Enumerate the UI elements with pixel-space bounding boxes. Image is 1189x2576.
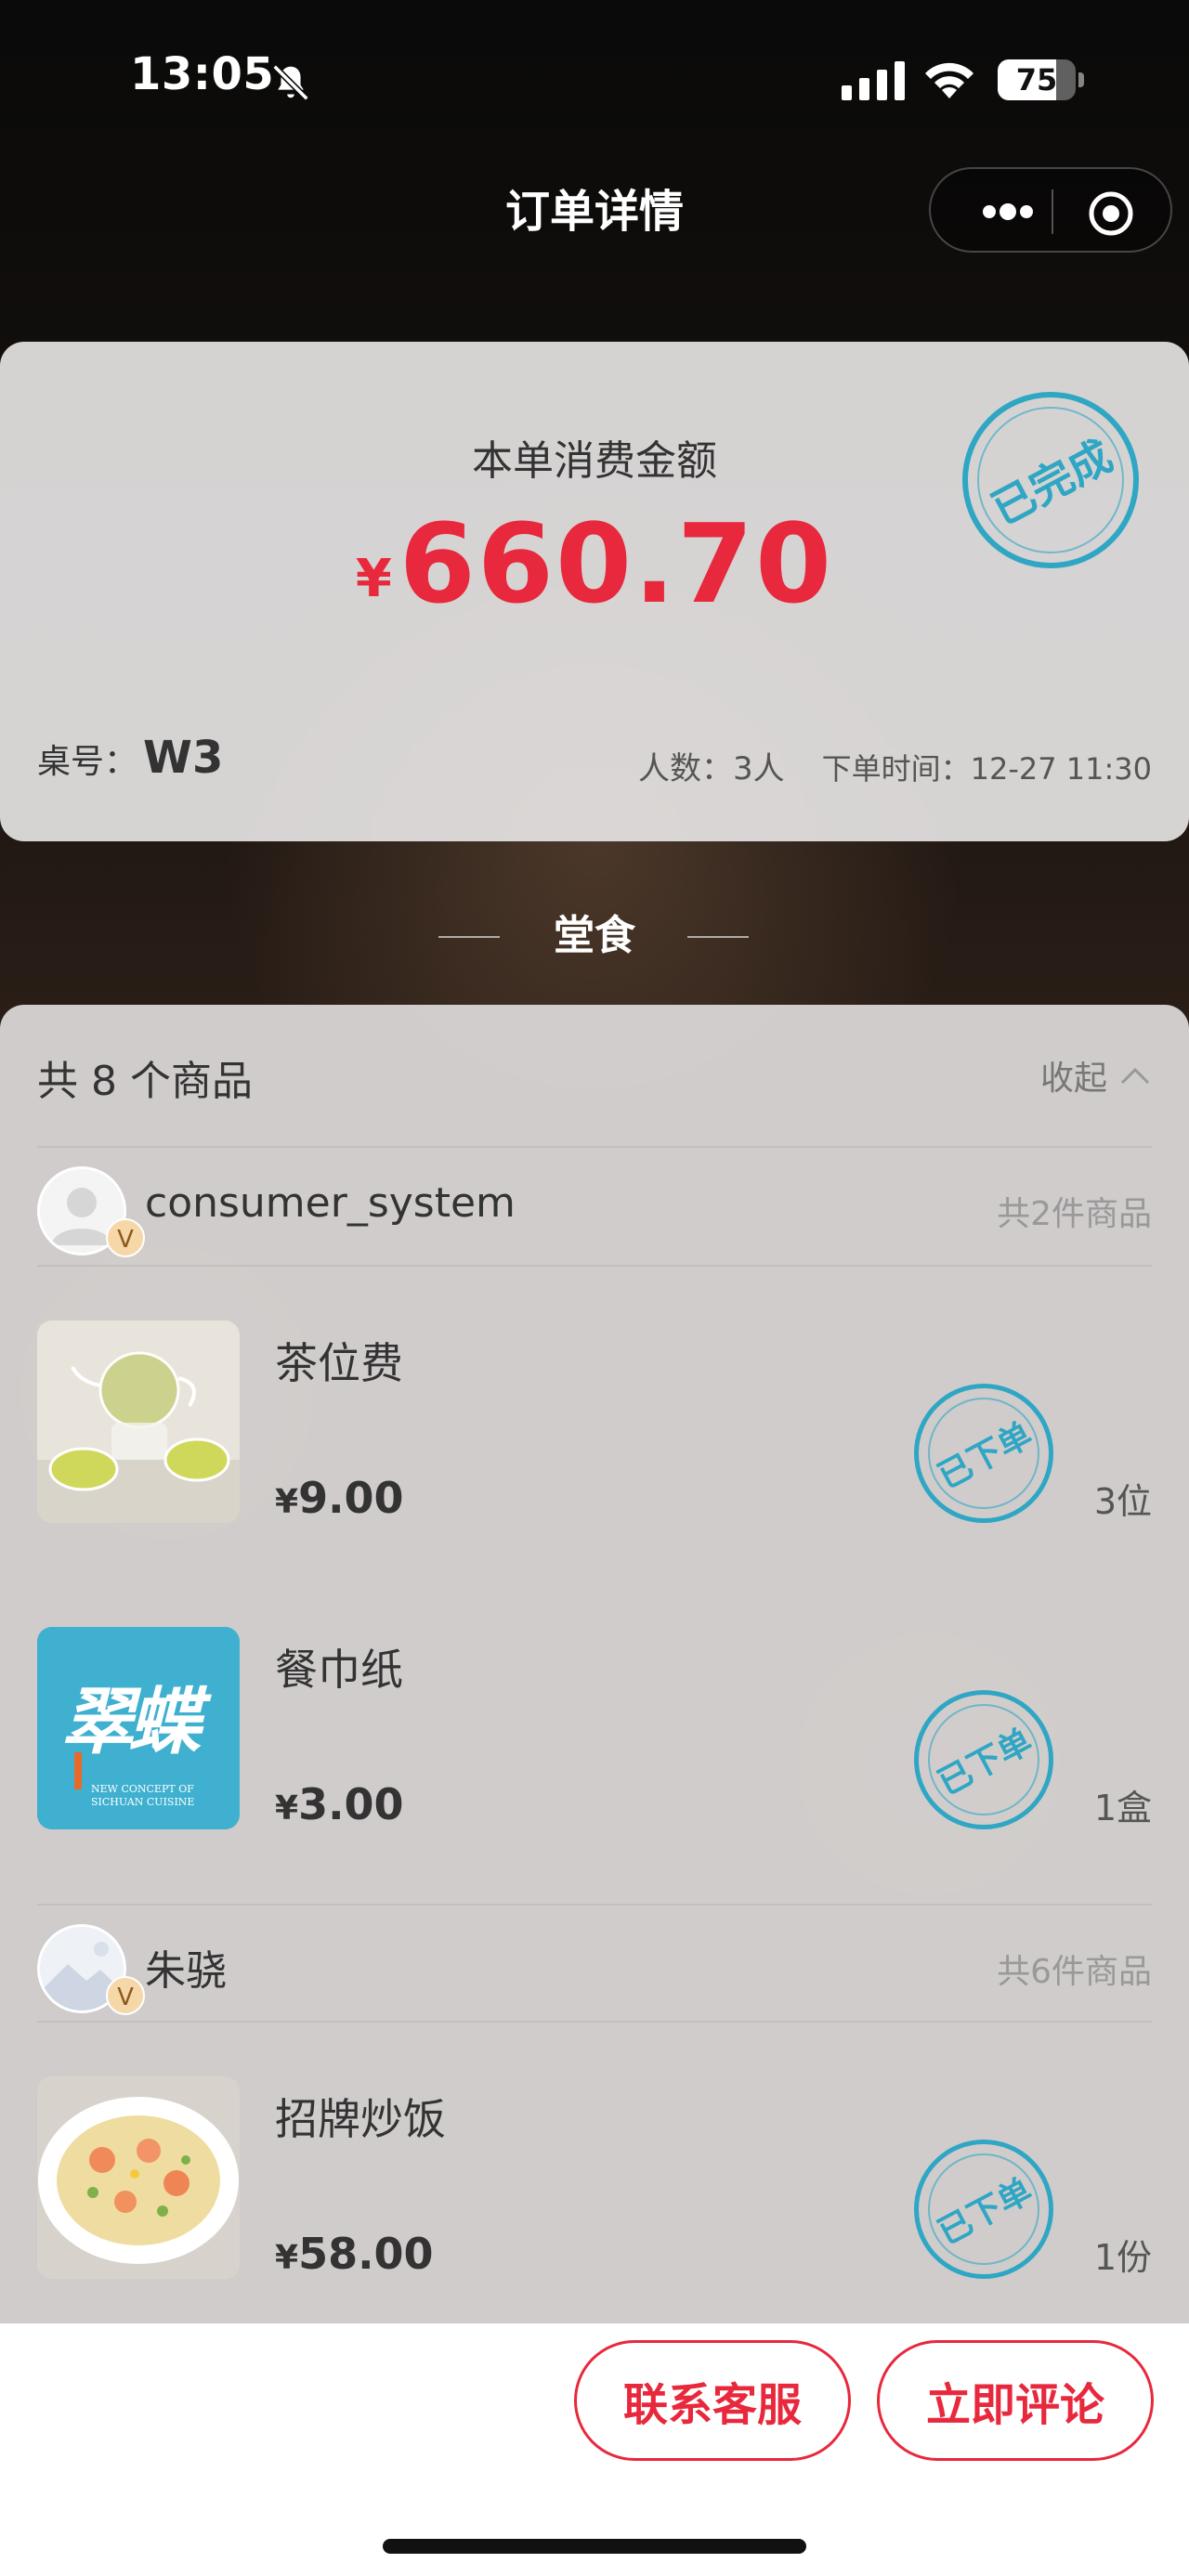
product-item[interactable]: 翠蝶 NEW CONCEPT OF SICHUAN CUISINE 餐巾纸 ¥3… bbox=[37, 1575, 1152, 1881]
product-quantity: 1份 bbox=[1093, 2237, 1152, 2278]
order-meta: 人数：3人 下单时间：12-27 11:30 bbox=[638, 743, 1152, 788]
home-indicator bbox=[383, 2539, 806, 2554]
completed-stamp-text: 已完成 bbox=[983, 430, 1121, 535]
cellular-signal-icon bbox=[842, 61, 905, 100]
table-value: W3 bbox=[143, 732, 224, 784]
capsule-divider bbox=[1052, 189, 1053, 234]
more-icon[interactable] bbox=[966, 193, 1050, 230]
close-target-icon[interactable] bbox=[1087, 189, 1135, 238]
battery-level-text: 75 bbox=[1015, 62, 1058, 98]
amount-value: 660.70 bbox=[399, 500, 834, 628]
product-quantity: 3位 bbox=[1093, 1481, 1152, 1522]
product-price: ¥58.00 bbox=[275, 2229, 434, 2279]
ordered-stamp: 已下单 bbox=[914, 2140, 1053, 2279]
user-item-total: 共2件商品 bbox=[997, 1195, 1152, 1233]
logo-main-text: 翠蝶 bbox=[61, 1680, 201, 1764]
amount-currency: ¥ bbox=[355, 549, 392, 609]
vip-badge: V bbox=[106, 1218, 145, 1257]
people-count: 人数：3人 bbox=[637, 750, 785, 787]
bell-muted-icon bbox=[272, 64, 309, 101]
product-name: 餐巾纸 bbox=[275, 1645, 403, 1695]
logo-sub-text: NEW CONCEPT OF SICHUAN CUISINE bbox=[91, 1783, 195, 1808]
price-value: 3.00 bbox=[298, 1779, 404, 1829]
items-card: 共 8 个商品 收起 V consumer_system 共2件商品 茶位费 ¥… bbox=[0, 1005, 1189, 2323]
price-currency: ¥ bbox=[275, 2239, 299, 2277]
price-value: 58.00 bbox=[298, 2229, 434, 2279]
user-row: V 朱骁 共6件商品 bbox=[37, 1904, 1152, 2023]
status-time: 13:05 bbox=[130, 48, 275, 100]
table-number: 桌号： W3 bbox=[37, 732, 223, 784]
heading-divider-left bbox=[438, 936, 500, 938]
table-label: 桌号： bbox=[37, 743, 138, 781]
mini-program-capsule bbox=[929, 167, 1172, 253]
product-image-fried-rice bbox=[37, 2076, 240, 2279]
contact-service-button[interactable]: 联系客服 bbox=[574, 2340, 851, 2461]
product-image-logo: 翠蝶 NEW CONCEPT OF SICHUAN CUISINE bbox=[37, 1627, 240, 1829]
collapse-label: 收起 bbox=[1039, 1060, 1107, 1098]
ordered-stamp-text: 已下单 bbox=[932, 1722, 1039, 1803]
review-now-button[interactable]: 立即评论 bbox=[877, 2340, 1154, 2461]
status-bar: 13:05 75 bbox=[0, 0, 1189, 158]
section-title: 堂食 bbox=[554, 912, 635, 959]
product-price: ¥3.00 bbox=[275, 1779, 404, 1829]
order-summary-card: 本单消费金额 ¥660.70 已完成 桌号： W3 人数：3人 下单时间：12-27… bbox=[0, 342, 1189, 841]
product-name: 茶位费 bbox=[275, 1338, 403, 1388]
items-count: 共 8 个商品 bbox=[37, 1058, 253, 1105]
items-header: 共 8 个商品 收起 bbox=[37, 1005, 1152, 1148]
product-item[interactable]: 茶位费 ¥9.00 已下单 3位 bbox=[37, 1268, 1152, 1575]
user-item-total: 共6件商品 bbox=[997, 1953, 1152, 1991]
battery-indicator: 75 bbox=[998, 59, 1084, 100]
product-image-tea bbox=[37, 1321, 240, 1523]
price-currency: ¥ bbox=[275, 1483, 299, 1521]
vip-badge: V bbox=[106, 1976, 145, 2015]
product-price: ¥9.00 bbox=[275, 1473, 404, 1523]
bottom-action-bar: 联系客服 立即评论 bbox=[0, 2323, 1189, 2576]
ordered-stamp: 已下单 bbox=[914, 1384, 1053, 1523]
completed-stamp: 已完成 bbox=[962, 392, 1139, 568]
product-quantity: 1盒 bbox=[1093, 1788, 1152, 1828]
order-time: 下单时间：12-27 11:30 bbox=[821, 751, 1152, 787]
user-row: V consumer_system 共2件商品 bbox=[37, 1148, 1152, 1267]
price-currency: ¥ bbox=[275, 1789, 299, 1828]
product-item[interactable]: 招牌炒饭 ¥58.00 已下单 1份 bbox=[37, 2024, 1152, 2331]
ordered-stamp-text: 已下单 bbox=[932, 2171, 1039, 2253]
section-heading: 堂食 bbox=[0, 908, 1189, 964]
collapse-button[interactable]: 收起 bbox=[1040, 1051, 1152, 1099]
heading-divider-right bbox=[687, 936, 749, 938]
chevron-up-icon bbox=[1120, 1067, 1150, 1085]
wifi-icon bbox=[925, 62, 973, 98]
ordered-stamp-text: 已下单 bbox=[932, 1415, 1039, 1497]
ordered-stamp: 已下单 bbox=[914, 1690, 1053, 1829]
product-name: 招牌炒饭 bbox=[275, 2094, 446, 2144]
user-name: 朱骁 bbox=[145, 1947, 227, 1995]
user-name: consumer_system bbox=[145, 1179, 516, 1227]
price-value: 9.00 bbox=[298, 1473, 404, 1523]
